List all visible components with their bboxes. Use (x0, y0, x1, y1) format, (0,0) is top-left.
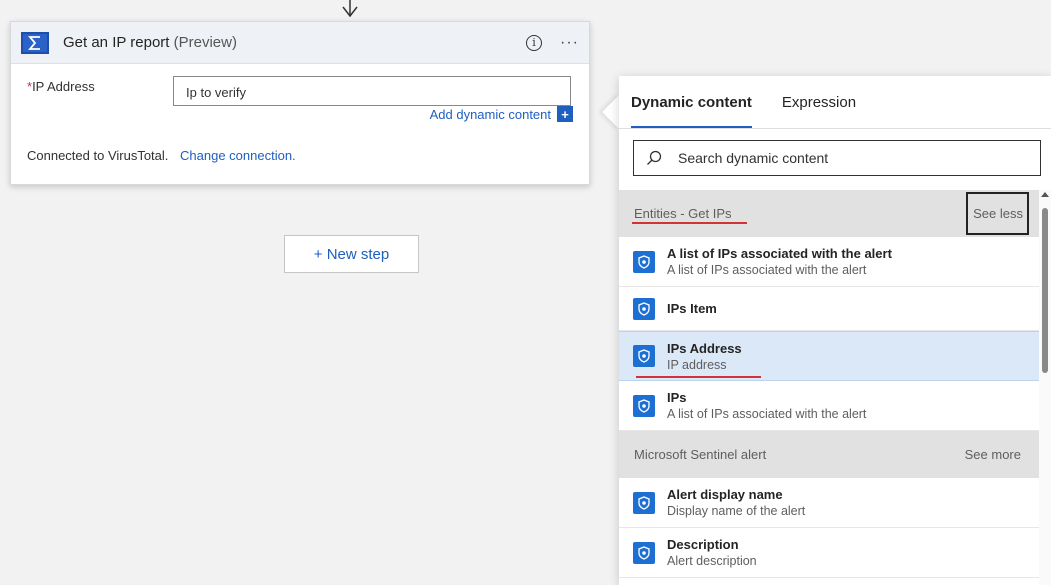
see-less-button[interactable]: See less (966, 192, 1029, 235)
ip-address-row: *IP Address Ip to verify (27, 76, 571, 106)
item-subtitle: A list of IPs associated with the alert (667, 263, 867, 277)
tab-expression[interactable]: Expression (782, 76, 856, 128)
ip-address-label: *IP Address (27, 76, 173, 106)
ip-address-input[interactable]: Ip to verify (173, 76, 571, 106)
item-subtitle: Display name of the alert (667, 504, 806, 518)
search-dynamic-content-input[interactable]: Search dynamic content (633, 140, 1041, 176)
action-card-header[interactable]: Get an IP report (Preview) i ··· (11, 22, 589, 64)
group-header-microsoft-sentinel-alert: Microsoft Sentinel alert See more (619, 431, 1039, 478)
panel-tabs: Dynamic content Expression (631, 76, 886, 128)
group-header-entities-get-ips: Entities - Get IPs See less (619, 190, 1039, 237)
list-item[interactable]: Alert display name Display name of the a… (619, 478, 1039, 528)
add-dynamic-plus-icon: + (557, 106, 573, 122)
action-title-suffix: (Preview) (173, 34, 237, 51)
add-dynamic-content-label: Add dynamic content (429, 106, 551, 122)
list-item-selected[interactable]: IPs Address IP address (619, 331, 1039, 381)
connection-row: Connected to VirusTotal. Change connecti… (27, 148, 296, 163)
ip-address-label-text: IP Address (32, 79, 95, 94)
group-title: Entities - Get IPs (634, 206, 732, 221)
list-item[interactable]: IPs Item (619, 287, 1039, 331)
tabs-divider (619, 128, 1051, 129)
change-connection-link[interactable]: Change connection. (180, 148, 296, 163)
item-subtitle: A list of IPs associated with the alert (667, 407, 867, 421)
item-title: A list of IPs associated with the alert (667, 246, 892, 261)
item-title: Alert display name (667, 487, 783, 502)
action-card: Get an IP report (Preview) i ··· *IP Add… (10, 21, 590, 185)
dynamic-content-list: Entities - Get IPs See less A list of IP… (619, 190, 1039, 585)
list-item[interactable]: Description Alert description (619, 528, 1039, 578)
group-title: Microsoft Sentinel alert (634, 447, 767, 462)
red-underline (632, 222, 747, 224)
list-item[interactable]: IPs A list of IPs associated with the al… (619, 381, 1039, 431)
add-dynamic-content-link[interactable]: Add dynamic content + (430, 106, 573, 122)
action-card-title: Get an IP report (Preview) (63, 34, 237, 51)
list-scrollbar[interactable] (1039, 190, 1051, 585)
scroll-thumb[interactable] (1042, 208, 1048, 373)
shield-eye-icon (633, 541, 655, 564)
item-title: IPs Item (667, 301, 717, 316)
shield-eye-icon (633, 394, 655, 417)
shield-eye-icon (633, 250, 655, 273)
shield-eye-icon (633, 345, 655, 367)
list-item[interactable]: A list of IPs associated with the alert … (619, 237, 1039, 287)
connection-status: Connected to VirusTotal. (27, 148, 169, 163)
more-options-icon[interactable]: ··· (560, 34, 579, 52)
see-more-button[interactable]: See more (965, 447, 1021, 462)
sigma-icon (21, 31, 49, 54)
shield-eye-icon (633, 491, 655, 514)
item-title: IPs Address (667, 340, 742, 356)
scroll-up-icon[interactable] (1041, 192, 1049, 197)
info-icon[interactable]: i (526, 34, 543, 51)
item-subtitle: Alert description (667, 554, 757, 568)
shield-eye-icon (633, 297, 655, 320)
red-underline (636, 376, 761, 378)
item-title: Description (667, 537, 739, 552)
item-subtitle: IP address (667, 357, 727, 372)
search-placeholder: Search dynamic content (678, 150, 829, 166)
dynamic-content-panel: Dynamic content Expression Search dynami… (619, 76, 1051, 585)
new-step-button[interactable]: + New step (284, 235, 419, 273)
search-icon (647, 150, 662, 165)
connector-arrow-icon (342, 0, 358, 18)
action-title-text: Get an IP report (63, 34, 170, 51)
item-title: IPs (667, 390, 687, 405)
tab-dynamic-content[interactable]: Dynamic content (631, 76, 752, 128)
